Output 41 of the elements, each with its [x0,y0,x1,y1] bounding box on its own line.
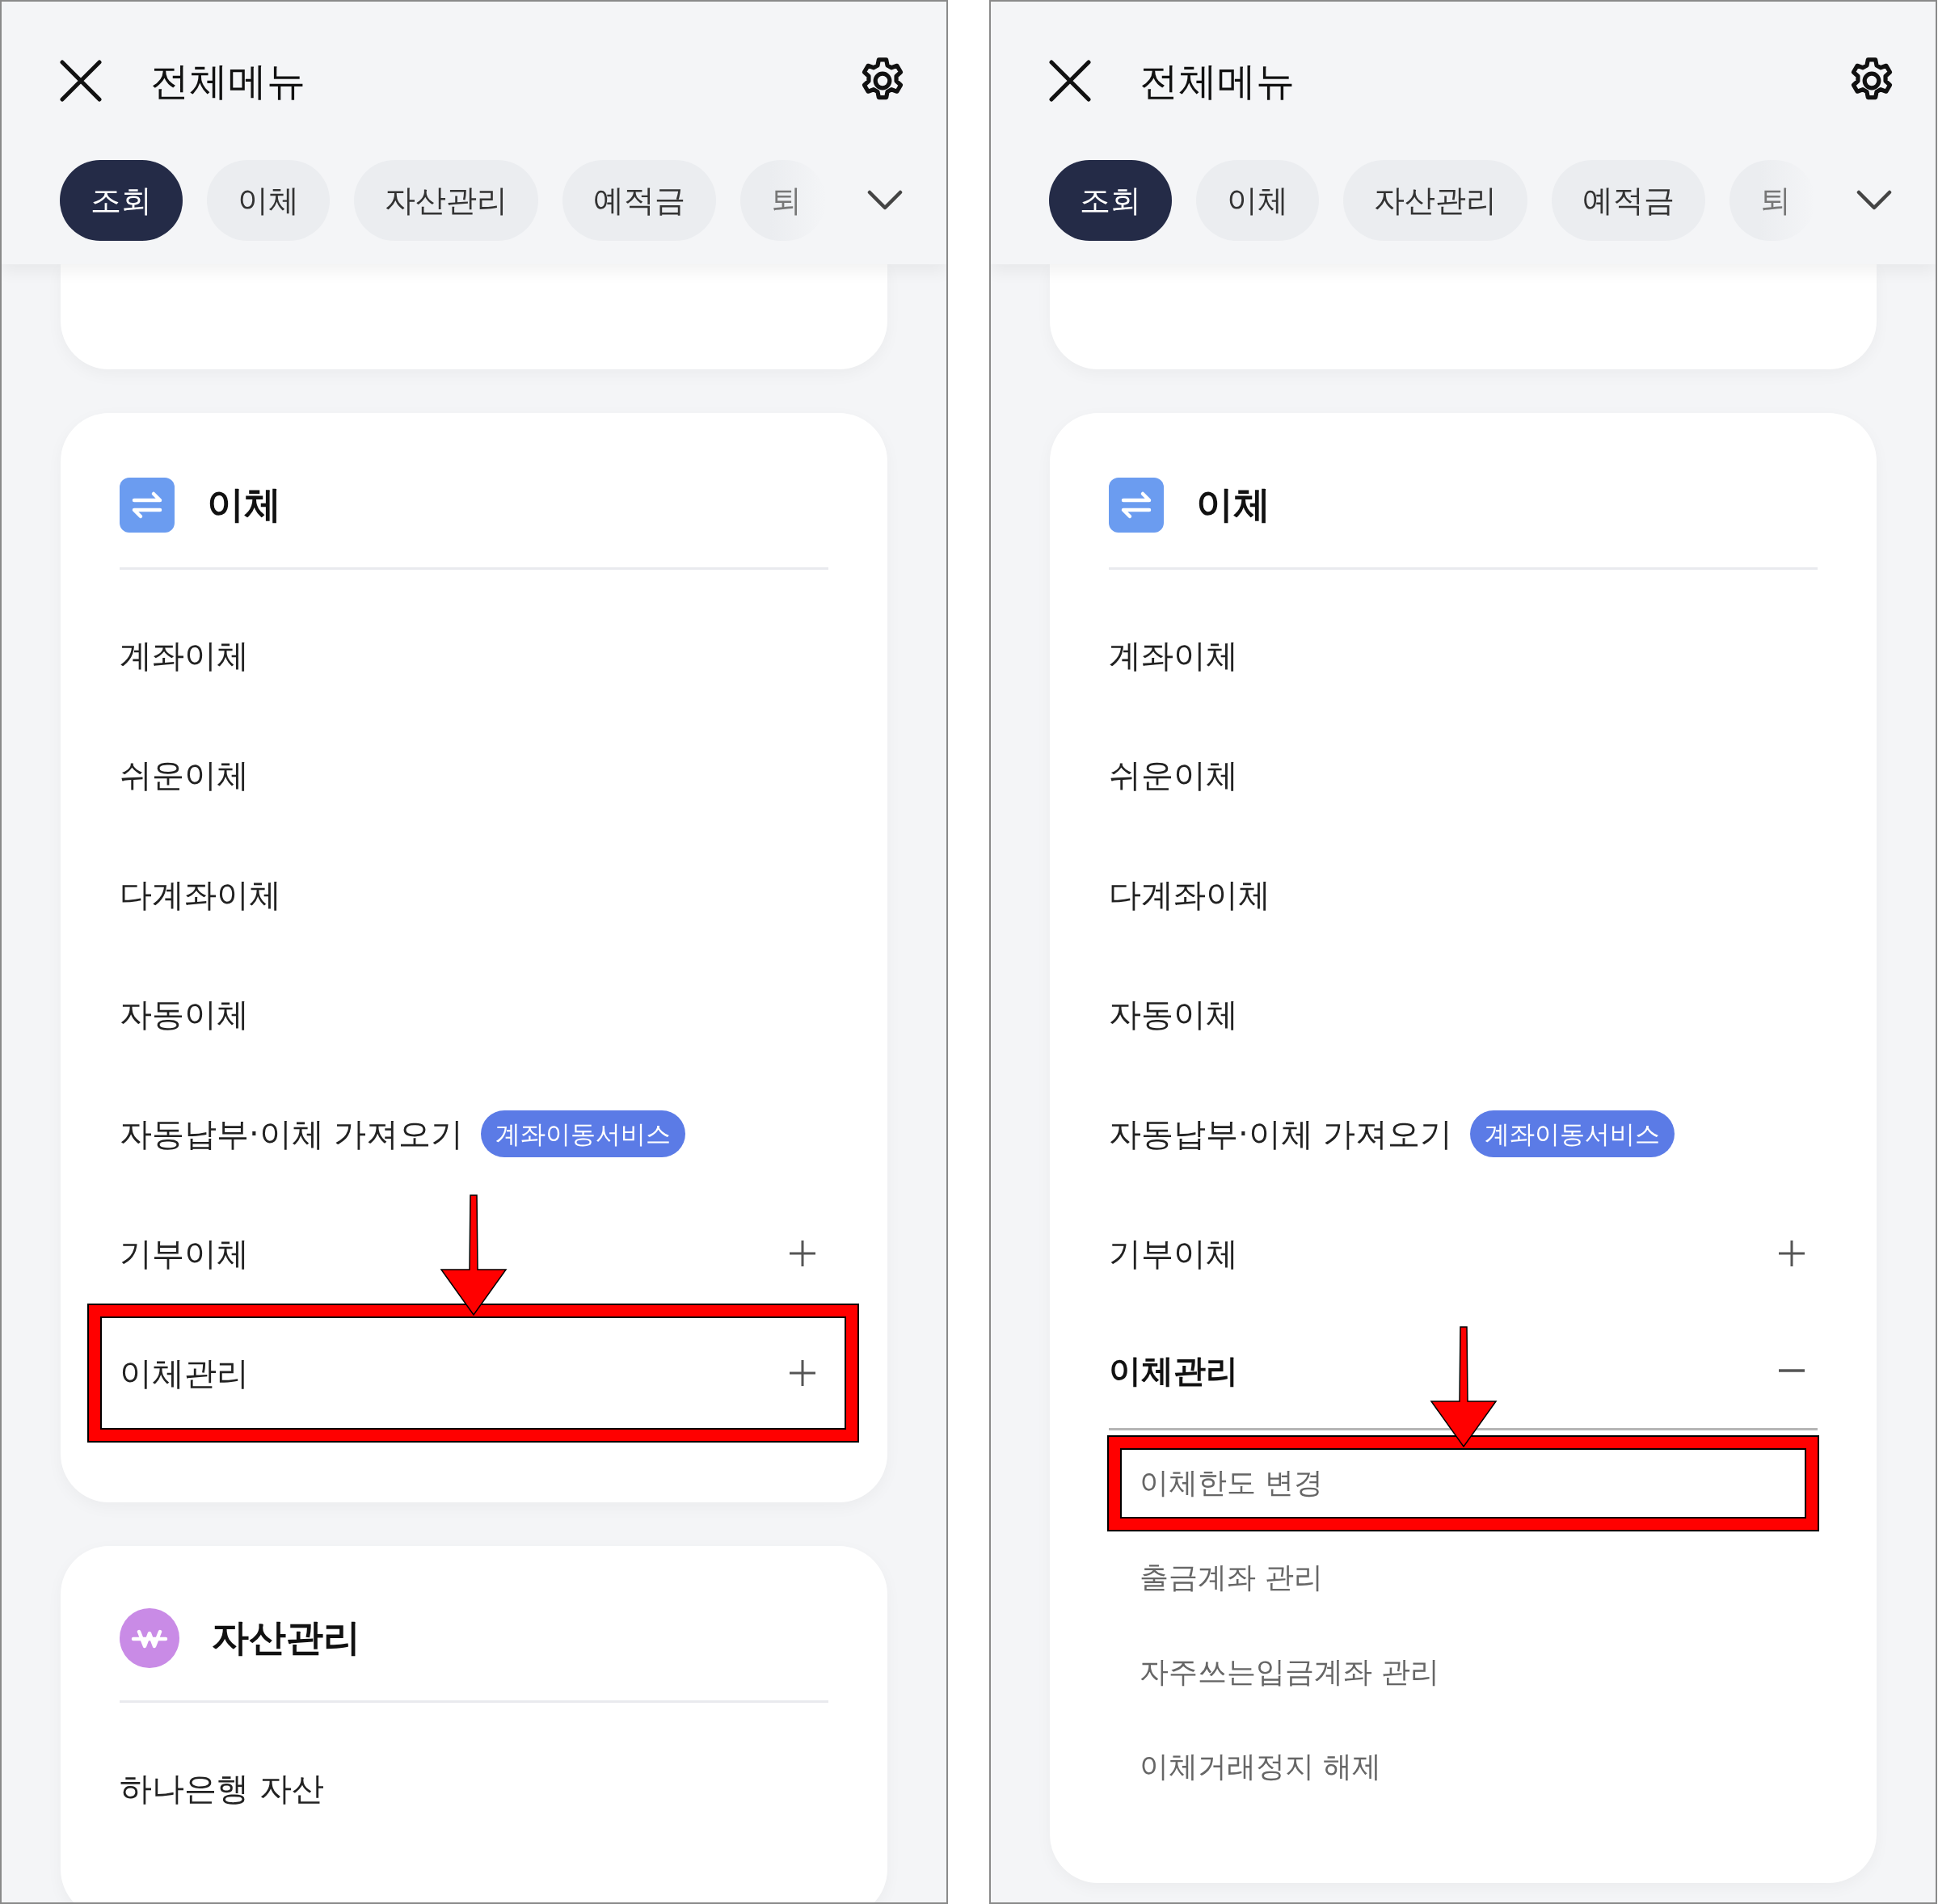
menu-item[interactable]: 자동납부·이체 가져오기 [1109,1110,1453,1158]
chevron-down-icon[interactable] [1856,190,1892,211]
category-tab[interactable]: 예적금 [562,160,716,241]
expand-plus-icon[interactable] [788,1358,817,1388]
menu-item[interactable]: 자동이체 [120,990,249,1038]
menu-item[interactable]: 다계좌이체 [120,870,281,919]
menu-title: 전체메뉴 [1140,57,1296,105]
menu-item[interactable]: 자동이체 [1109,990,1238,1038]
submenu-item[interactable]: 이체거래정지 해제 [1140,1744,1382,1788]
category-tab[interactable]: 조회 [1049,160,1172,241]
menu-item[interactable]: 이체관리 [1109,1346,1238,1395]
submenu-item[interactable]: 출금계좌 관리 [1140,1555,1324,1599]
menu-title: 전체메뉴 [150,57,306,105]
section-title: 이체 [1196,482,1270,528]
section-title: 이체 [207,482,281,528]
expand-plus-icon[interactable] [1777,1239,1806,1268]
category-tab[interactable]: 이체 [207,160,330,241]
menu-item[interactable]: 쉬운이체 [1109,751,1238,799]
submenu-item[interactable]: 이체한도 변경 [1140,1460,1324,1505]
menu-item[interactable]: 하나은행 자산 [120,1764,324,1813]
menu-item[interactable]: 계좌이체 [120,631,249,680]
close-icon[interactable] [60,60,102,102]
service-badge: 계좌이동서비스 [1470,1110,1675,1158]
menu-item[interactable]: 다계좌이체 [1109,870,1270,919]
expand-plus-icon[interactable] [788,1239,817,1268]
section-title: 자산관리 [212,1615,360,1661]
menu-item[interactable]: 쉬운이체 [120,751,249,799]
category-tab[interactable]: 자산관리 [1343,160,1527,241]
menu-item[interactable]: 기부이체 [1109,1229,1238,1278]
category-tab[interactable]: 이체 [1196,160,1319,241]
category-tab[interactable]: 조회 [60,160,183,241]
service-badge: 계좌이동서비스 [481,1110,686,1158]
submenu-item[interactable]: 자주쓰는입금계좌 관리 [1140,1649,1440,1694]
menu-item[interactable]: 자동납부·이체 가져오기 [120,1110,464,1158]
category-tab[interactable]: 예적금 [1552,160,1705,241]
chevron-down-icon[interactable] [867,190,903,211]
category-tab[interactable]: 자산관리 [354,160,538,241]
menu-item[interactable]: 이체관리 [120,1349,249,1397]
menu-item[interactable]: 계좌이체 [1109,631,1238,680]
close-icon[interactable] [1049,60,1091,102]
menu-item[interactable]: 기부이체 [120,1229,249,1278]
